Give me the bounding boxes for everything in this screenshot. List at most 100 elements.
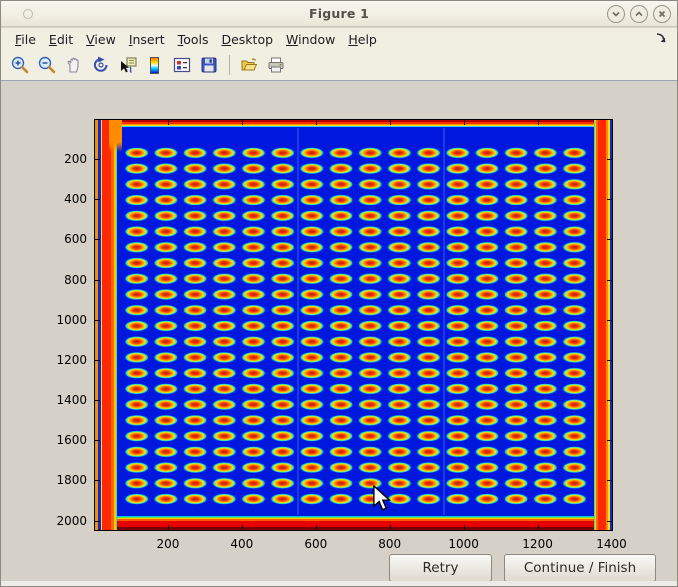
x-tick-label: 1400 bbox=[590, 537, 634, 551]
x-tick-label: 800 bbox=[368, 537, 412, 551]
y-tick-mark bbox=[607, 199, 612, 200]
y-tick-label: 600 bbox=[1, 232, 87, 246]
y-tick-mark bbox=[95, 320, 100, 321]
zoom-in-icon bbox=[10, 55, 30, 75]
scan-corner-notch bbox=[109, 120, 122, 152]
y-tick-mark bbox=[607, 280, 612, 281]
y-tick-label: 1800 bbox=[1, 473, 87, 487]
colorbar-icon bbox=[150, 57, 159, 74]
y-tick-mark bbox=[607, 159, 612, 160]
open-file-button[interactable] bbox=[236, 53, 261, 78]
scan-top-edge bbox=[95, 120, 612, 128]
titlebar: Figure 1 bbox=[1, 1, 677, 27]
y-tick-label: 1600 bbox=[1, 433, 87, 447]
menu-item-help[interactable]: Help bbox=[348, 32, 377, 47]
x-tick-mark bbox=[612, 120, 613, 125]
printer-icon bbox=[266, 55, 286, 75]
menu-item-insert[interactable]: Insert bbox=[129, 32, 165, 47]
x-tick-mark bbox=[538, 120, 539, 125]
y-tick-mark bbox=[607, 400, 612, 401]
scan-block-seam bbox=[443, 128, 445, 515]
x-tick-mark bbox=[168, 525, 169, 530]
x-tick-mark bbox=[316, 120, 317, 125]
print-button[interactable] bbox=[263, 53, 288, 78]
menu-item-desktop[interactable]: Desktop bbox=[221, 32, 273, 47]
y-tick-mark bbox=[607, 480, 612, 481]
data-cursor-icon bbox=[118, 55, 138, 75]
microarray-scan-image[interactable] bbox=[95, 120, 612, 530]
maximize-window-button[interactable] bbox=[630, 5, 648, 23]
y-tick-label: 2000 bbox=[1, 514, 87, 528]
y-tick-label: 1000 bbox=[1, 313, 87, 327]
menu-item-window[interactable]: Window bbox=[286, 32, 335, 47]
y-tick-mark bbox=[95, 280, 100, 281]
window-title: Figure 1 bbox=[1, 6, 677, 21]
x-tick-mark bbox=[242, 120, 243, 125]
x-tick-mark bbox=[464, 525, 465, 530]
colorbar-button[interactable] bbox=[142, 53, 167, 78]
y-tick-label: 400 bbox=[1, 192, 87, 206]
retry-button[interactable]: Retry bbox=[389, 554, 492, 582]
close-icon bbox=[657, 9, 667, 19]
x-tick-label: 400 bbox=[220, 537, 264, 551]
legend-icon bbox=[172, 55, 192, 75]
x-tick-label: 600 bbox=[294, 537, 338, 551]
y-tick-label: 1400 bbox=[1, 393, 87, 407]
y-tick-mark bbox=[95, 521, 100, 522]
menu-item-tools[interactable]: Tools bbox=[178, 32, 209, 47]
x-tick-mark bbox=[242, 525, 243, 530]
y-tick-mark bbox=[607, 320, 612, 321]
scan-block-seam bbox=[297, 128, 299, 515]
y-tick-mark bbox=[95, 159, 100, 160]
menu-item-file[interactable]: File bbox=[15, 32, 36, 47]
legend-button[interactable] bbox=[169, 53, 194, 78]
x-tick-mark bbox=[168, 120, 169, 125]
window-menu-icon[interactable] bbox=[23, 9, 33, 19]
y-tick-mark bbox=[95, 239, 100, 240]
y-tick-mark bbox=[95, 400, 100, 401]
window-bottom-edge bbox=[1, 581, 677, 586]
figure-canvas: 2004006008001000120014002004006008001000… bbox=[1, 82, 678, 582]
window-controls bbox=[607, 5, 671, 23]
y-tick-label: 1200 bbox=[1, 353, 87, 367]
save-icon bbox=[199, 55, 219, 75]
continue-finish-button[interactable]: Continue / Finish bbox=[504, 554, 656, 582]
y-tick-label: 200 bbox=[1, 152, 87, 166]
y-tick-mark bbox=[607, 440, 612, 441]
y-tick-mark bbox=[95, 440, 100, 441]
figure-toolbar bbox=[1, 50, 677, 81]
menu: File Edit View Insert Tools Desktop Window Help bbox=[1, 32, 390, 47]
toolbar-separator bbox=[229, 55, 230, 75]
hand-pan-icon bbox=[64, 55, 84, 75]
scan-bottom-edge bbox=[95, 515, 612, 530]
x-tick-mark bbox=[612, 525, 613, 530]
y-tick-mark bbox=[95, 199, 100, 200]
zoom-out-button[interactable] bbox=[34, 53, 59, 78]
zoom-out-icon bbox=[37, 55, 57, 75]
rotate-3d-button[interactable] bbox=[88, 53, 113, 78]
spot-grid bbox=[123, 145, 590, 507]
menu-item-edit[interactable]: Edit bbox=[49, 32, 73, 47]
close-window-button[interactable] bbox=[653, 5, 671, 23]
rotate-3d-icon bbox=[91, 55, 111, 75]
data-cursor-button[interactable] bbox=[115, 53, 140, 78]
y-tick-mark bbox=[95, 480, 100, 481]
menubar: File Edit View Insert Tools Desktop Window Help bbox=[1, 28, 677, 50]
y-tick-label: 800 bbox=[1, 273, 87, 287]
pan-button[interactable] bbox=[61, 53, 86, 78]
menu-item-view[interactable]: View bbox=[86, 32, 116, 47]
scan-left-edge bbox=[95, 120, 118, 530]
save-figure-button[interactable] bbox=[196, 53, 221, 78]
x-tick-mark bbox=[464, 120, 465, 125]
zoom-in-button[interactable] bbox=[7, 53, 32, 78]
dock-figure-icon[interactable] bbox=[655, 32, 667, 44]
open-folder-icon bbox=[239, 55, 259, 75]
x-tick-label: 1200 bbox=[516, 537, 560, 551]
x-tick-mark bbox=[390, 120, 391, 125]
chevron-down-icon bbox=[611, 9, 621, 19]
y-tick-mark bbox=[95, 360, 100, 361]
scan-right-edge bbox=[593, 120, 612, 530]
shade-window-button[interactable] bbox=[607, 5, 625, 23]
y-tick-mark bbox=[607, 239, 612, 240]
x-tick-mark bbox=[538, 525, 539, 530]
